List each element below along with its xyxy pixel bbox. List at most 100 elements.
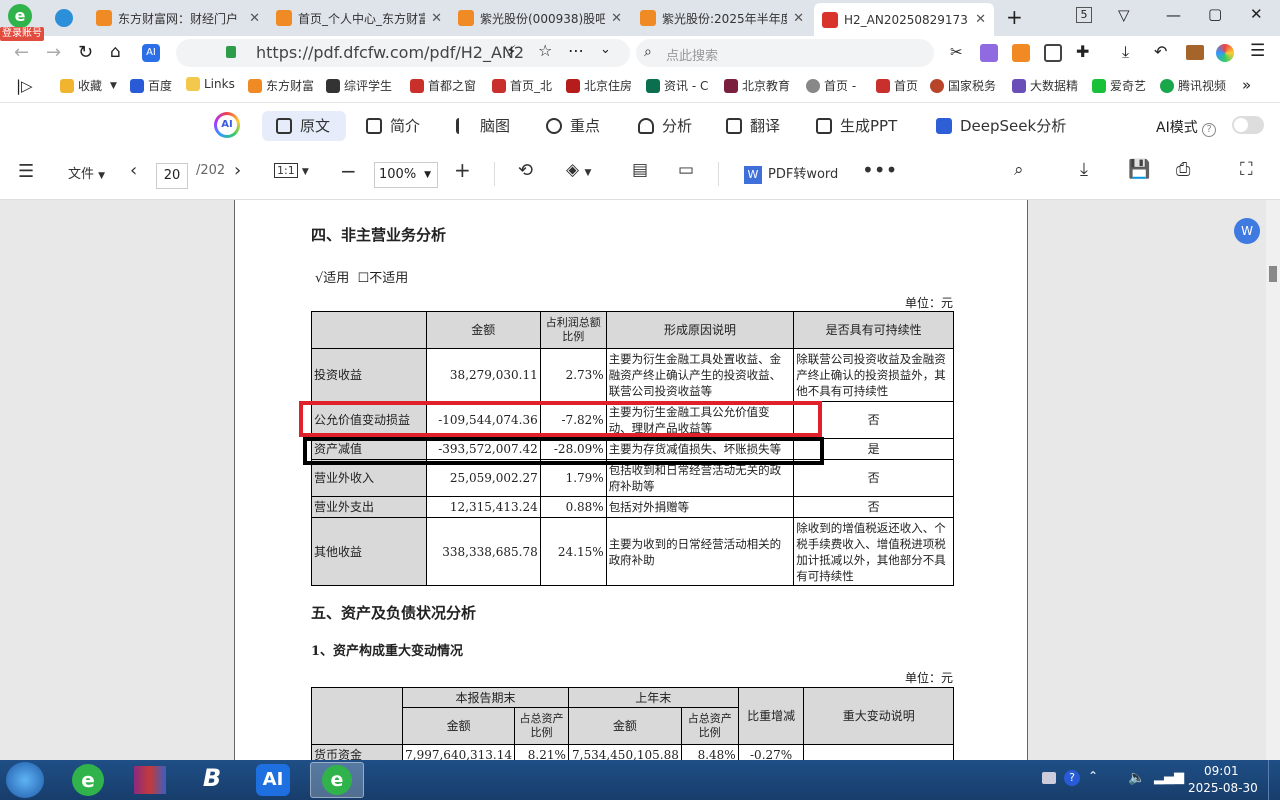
tab-analysis[interactable]: 分析 [638, 115, 692, 136]
zoom-select[interactable]: 100% ▼ [374, 162, 438, 188]
ai-assistant-icon[interactable]: AI [142, 44, 160, 62]
bookmark-home[interactable]: 首页 [876, 77, 918, 94]
zoom-out-button[interactable]: − [340, 159, 357, 183]
volume-icon[interactable]: 🔈 [1128, 770, 1145, 786]
sidebar-toggle-icon[interactable]: |▷ [16, 77, 33, 95]
flash-icon[interactable]: ⚡ [506, 42, 517, 60]
tab-deepseek[interactable]: DeepSeek分析 [936, 115, 1066, 136]
bookmark-beijing-housing[interactable]: 北京住房 [566, 77, 632, 94]
tab-pdf-active[interactable]: H2_AN20250829173 ✕ [814, 3, 994, 36]
clock-time[interactable]: 09:01 [1204, 764, 1239, 778]
save-icon[interactable]: 💾 [1128, 159, 1150, 180]
bookmark-links[interactable]: Links [186, 77, 235, 91]
menu-icon[interactable]: ☰ [1250, 41, 1265, 61]
close-tab-icon[interactable]: ✕ [793, 11, 804, 26]
network-icon[interactable]: ▂▄▆ [1154, 770, 1184, 785]
more-options-icon[interactable]: ••• [862, 158, 897, 182]
scrollbar-thumb[interactable] [1269, 266, 1277, 282]
fill-color-icon[interactable]: ◈ ▼ [566, 160, 591, 180]
pdf-to-word-button[interactable]: W PDF转word [744, 163, 838, 184]
tab-personal-center[interactable]: 首页_个人中心_东方财富 ✕ [268, 4, 450, 32]
minimize-button[interactable]: — [1166, 6, 1181, 24]
taskbar-winrar-icon[interactable] [134, 766, 166, 794]
collection-icon[interactable] [1044, 44, 1062, 62]
refresh-icon[interactable]: ↻ [78, 42, 93, 63]
bookmark-beijing-edu[interactable]: 北京教育 [724, 77, 790, 94]
bookmark-bigdata[interactable]: 大数据精 [1012, 77, 1078, 94]
clock-date[interactable]: 2025-08-30 [1188, 781, 1258, 795]
bookmark-news[interactable]: 资讯 - C [646, 77, 708, 94]
bookmark-student-eval[interactable]: 综评学生 [326, 77, 392, 94]
tab-stock-forum[interactable]: 紫光股份(000938)股吧 ✕ [450, 4, 630, 32]
bookmark-home-dash[interactable]: 首页 - [806, 77, 856, 94]
close-tab-icon[interactable]: ✕ [611, 11, 622, 26]
bookmark-home-bei[interactable]: 首页_北 [492, 77, 552, 94]
bookmark-tencent-video[interactable]: 腾讯视频 [1160, 77, 1226, 94]
bookmark-tax[interactable]: 国家税务 [930, 77, 996, 94]
close-tab-icon[interactable]: ✕ [249, 11, 260, 26]
fit-mode-button[interactable]: 1:1 ▼ [274, 163, 309, 178]
tab-dfcf-portal[interactable]: 东方财富网：财经门户 ✕ [88, 4, 268, 32]
tab-generate-ppt[interactable]: 生成PPT [816, 115, 897, 136]
shirt-icon[interactable]: ▽ [1118, 6, 1130, 24]
taskbar-ai-icon[interactable]: AI [256, 764, 290, 796]
tab-keypoints[interactable]: 重点 [546, 115, 600, 136]
file-menu[interactable]: 文件 ▼ [68, 163, 105, 182]
download-icon[interactable]: ⤓ [1122, 42, 1129, 62]
download-icon[interactable]: ⤓ [1080, 159, 1088, 180]
ai-mode-toggle[interactable] [1232, 116, 1264, 134]
telegram-icon[interactable] [55, 9, 73, 27]
taskbar-app-b-icon[interactable]: B [196, 764, 228, 796]
scissors-icon[interactable]: ✂ [950, 43, 963, 61]
bookmark-iqiyi[interactable]: 爱奇艺 [1092, 77, 1146, 94]
comment-icon[interactable]: ▭ [678, 160, 694, 180]
tab-count-badge[interactable]: 5 [1076, 7, 1092, 23]
toolbox-icon[interactable] [1186, 45, 1204, 60]
back-icon[interactable]: ← [14, 42, 29, 63]
chevron-down-icon[interactable]: ⌄ [600, 42, 611, 57]
browser-logo-icon[interactable]: e [8, 4, 32, 28]
tab-translate[interactable]: 翻译 [726, 115, 780, 136]
close-tab-icon[interactable]: ✕ [431, 11, 442, 26]
close-tab-icon[interactable]: ✕ [975, 12, 986, 27]
page-number-input[interactable]: 20 [156, 163, 188, 189]
help-tray-icon[interactable]: ? [1064, 770, 1080, 786]
star-icon[interactable]: ☆ [538, 41, 552, 60]
forward-icon[interactable]: → [46, 42, 61, 63]
tab-summary[interactable]: 简介 [366, 115, 420, 136]
more-bookmarks-icon[interactable]: » [1242, 76, 1251, 94]
bookmark-baidu[interactable]: 百度 [130, 77, 172, 94]
tray-arrow-icon[interactable]: ⌃ [1088, 769, 1098, 783]
rotate-icon[interactable]: ⟲ [518, 160, 533, 181]
url-field[interactable]: https://pdf.dfcfw.com/pdf/H2_AN2 ⚡ ☆ ⋯ ⌄ [176, 39, 630, 67]
home-icon[interactable]: ⌂ [110, 42, 121, 62]
maximize-button[interactable]: ▢ [1208, 5, 1222, 23]
bookmark-favorites[interactable]: 收藏 ▼ [60, 77, 117, 94]
translate-icon[interactable] [980, 44, 998, 62]
bookmark-dfcf[interactable]: 东方财富 [248, 77, 314, 94]
outline-icon[interactable]: ☰ [18, 161, 34, 182]
new-tab-button[interactable]: + [1006, 5, 1023, 29]
start-button[interactable] [6, 762, 44, 798]
prev-page-icon[interactable]: ‹ [130, 160, 137, 181]
extensions-icon[interactable]: ✚ [1076, 42, 1089, 61]
zoom-in-button[interactable]: + [454, 158, 471, 182]
taskbar-browser-icon[interactable]: e [72, 764, 104, 796]
page-view-icon[interactable]: ▤ [632, 160, 648, 180]
search-field[interactable]: ⌕ 点此搜索 [636, 39, 934, 67]
ai-logo-icon[interactable]: AI [214, 112, 240, 138]
tab-original-label[interactable]: 原文 [276, 115, 330, 136]
pdf-viewer[interactable]: 四、非主营业务分析 √适用 ☐不适用 单位：元 金额 占利润总额比例 形成原因说… [0, 200, 1280, 760]
ai-colorful-icon[interactable] [1216, 44, 1234, 62]
tab-mindmap[interactable]: 脑图 [456, 115, 510, 136]
taskbar-active-browser[interactable]: e [310, 762, 364, 798]
fullscreen-icon[interactable]: ⛶ [1240, 159, 1253, 180]
bookmark-capital-window[interactable]: 首都之窗 [410, 77, 476, 94]
help-icon[interactable]: ? [1202, 123, 1217, 137]
undo-icon[interactable]: ↶ [1154, 42, 1167, 61]
print-icon[interactable]: ⎙ [1176, 159, 1190, 180]
search-text-icon[interactable]: ⌕ [1014, 160, 1024, 180]
game-icon[interactable] [1012, 44, 1030, 62]
show-desktop-button[interactable] [1268, 760, 1280, 800]
next-page-icon[interactable]: › [234, 160, 241, 181]
